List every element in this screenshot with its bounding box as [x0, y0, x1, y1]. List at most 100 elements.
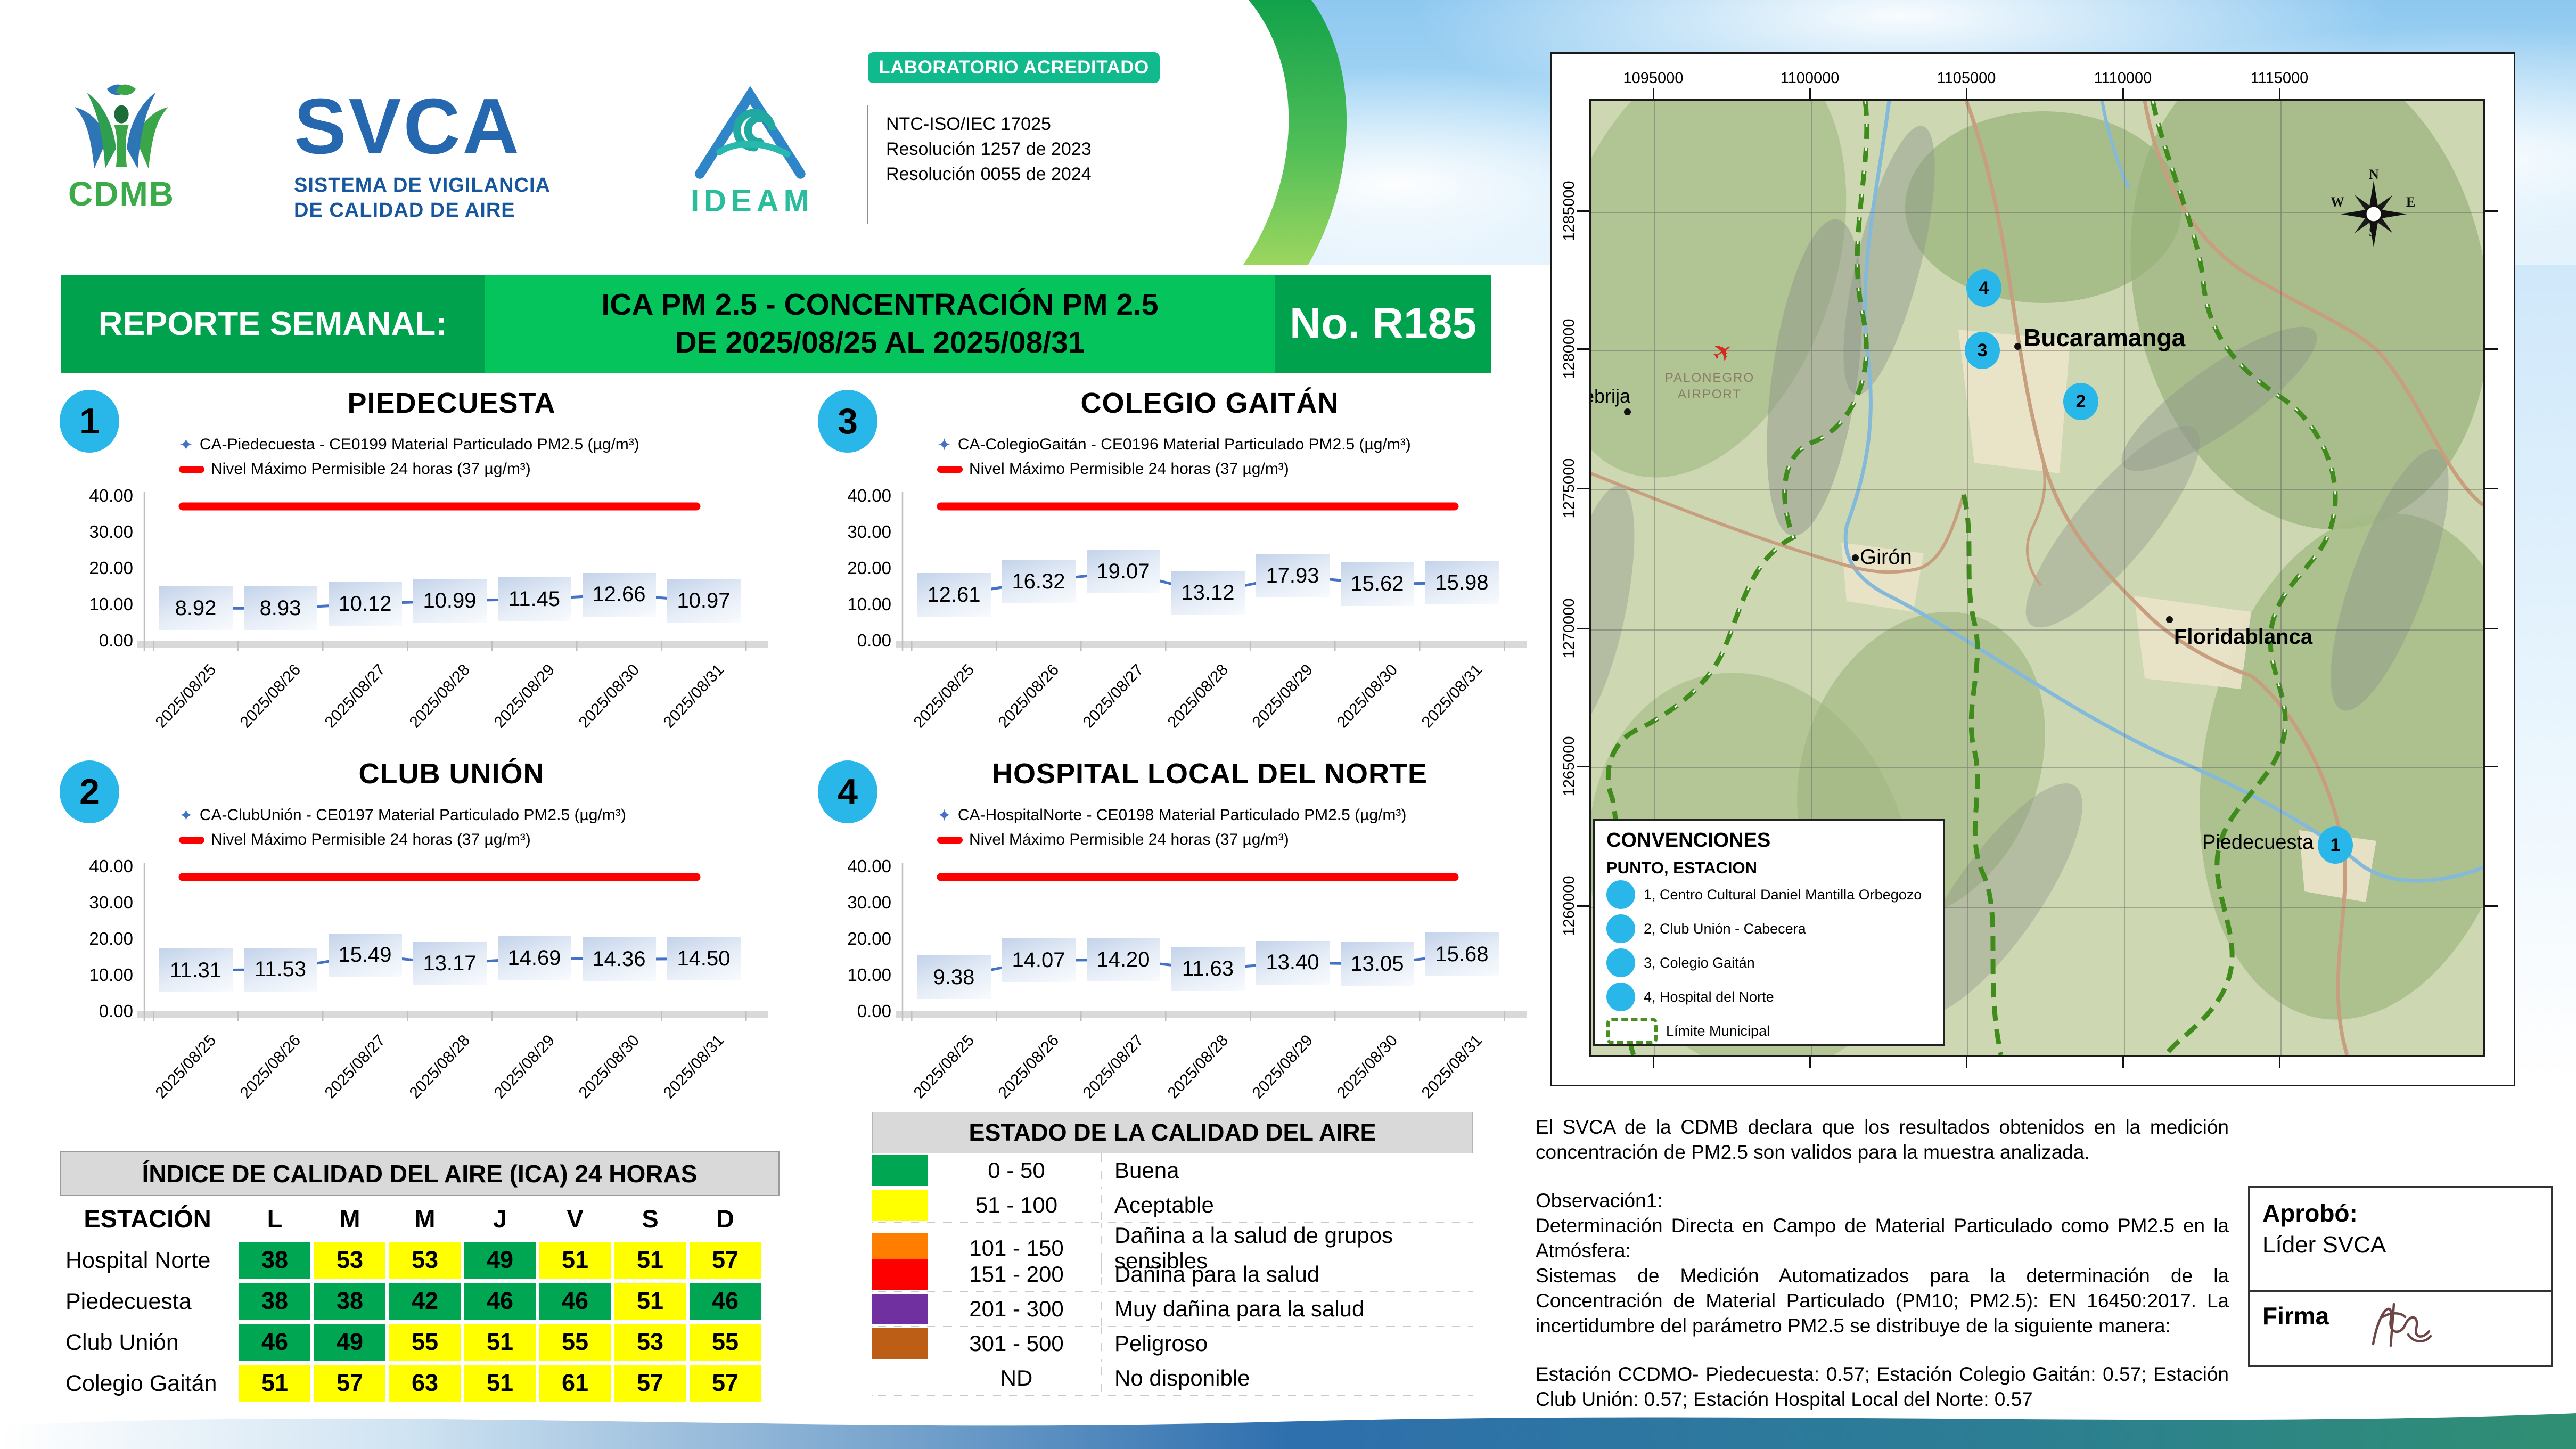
- data-point-value-label: 14.20: [1086, 938, 1160, 982]
- ideam-wordmark: IDEAM: [691, 184, 814, 218]
- data-point-value-label: 11.45: [497, 577, 571, 621]
- ideam-logo: IDEAM: [675, 84, 830, 219]
- convenciones-item-label: 4, Hospital del Norte: [1644, 988, 1774, 1005]
- estado-row: 101 - 150 Dañina a la salud de grupos sen…: [872, 1223, 1473, 1274]
- data-point-value-label: 14.07: [1002, 938, 1076, 983]
- station-marker: 3: [1965, 332, 2000, 369]
- estado-range: 301 - 500: [969, 1331, 1064, 1356]
- tick-top: [1653, 88, 1654, 99]
- station-point-icon: [1606, 880, 1635, 909]
- city-dot: [2014, 343, 2021, 350]
- cdmb-wordmark: CDMB: [68, 175, 175, 213]
- estado-color-swatch: [872, 1190, 928, 1221]
- ica-header-cell: M: [339, 1205, 360, 1233]
- airport-label: PALONEGRO AIRPORT: [1648, 370, 1771, 403]
- convenciones-item: 3, Colegio Gaitán: [1606, 946, 1943, 980]
- estado-range: 101 - 150: [969, 1235, 1064, 1260]
- observation-paragraph: Determinación Directa en Campo de Materi…: [1536, 1214, 2229, 1262]
- ica-header-cell: M: [414, 1205, 436, 1233]
- map-coordinate-label-left: 1280000: [1561, 318, 1578, 379]
- chart-plot: [58, 387, 771, 742]
- map-legend-convenciones: CONVENCIONES PUNTO, ESTACION 1, Centro C…: [1593, 819, 1945, 1046]
- data-point-value-label: 15.98: [1425, 561, 1499, 605]
- data-point-value-label: 14.50: [667, 937, 741, 981]
- chart-panel-piedecuesta: 1 PIEDECUESTA ✦ CA-Piedecuesta - CE0199 M…: [58, 387, 771, 742]
- data-point-value-label: 12.61: [917, 573, 991, 617]
- signature-cell: Firma: [2250, 1292, 2551, 1365]
- ica-header-cell: V: [567, 1205, 584, 1233]
- data-point-value-label: 12.66: [582, 572, 656, 617]
- ica-value-cell: 46: [539, 1283, 611, 1320]
- estado-row: 0 - 50 Buena: [872, 1153, 1473, 1188]
- air-quality-state-legend: ESTADO DE LA CALIDAD DEL AIRE 0 - 50 Buen…: [872, 1112, 1473, 1396]
- map-coordinate-label-top: 1100000: [1780, 70, 1840, 87]
- ica-value-cell: 42: [389, 1283, 461, 1320]
- tick-top: [2279, 88, 2280, 99]
- data-point-value-label: 10.99: [413, 579, 487, 623]
- ica-value-cell: 51: [239, 1365, 310, 1402]
- approval-top-cell: Aprobó: Líder SVCA: [2250, 1188, 2551, 1292]
- station-map: N E S W CONVENCIONES PUNTO, ESTACION 1, …: [1550, 52, 2515, 1086]
- ica-station-cell: Piedecuesta: [60, 1283, 235, 1320]
- cdmb-logo: CDMB: [63, 80, 180, 214]
- city-label: Girón: [1860, 545, 1912, 569]
- data-point-value-label: 15.68: [1425, 932, 1499, 977]
- estado-color-swatch: [872, 1294, 928, 1324]
- tick-bottom: [2122, 1057, 2124, 1068]
- station-marker: 1: [2318, 826, 2353, 864]
- data-point-value-label: 13.40: [1256, 940, 1330, 985]
- accredited-lab-badge: LABORATORIO ACREDITADO: [868, 52, 1160, 83]
- banner-title-line1: ICA PM 2.5 - CONCENTRACIÓN PM 2.5: [601, 287, 1159, 322]
- approval-label: Aprobó:: [2262, 1199, 2358, 1227]
- weekly-air-quality-report: CDMB SVCA SISTEMA DE VIGILANCIA DE CALID…: [0, 0, 2576, 1449]
- ica-table: ÍNDICE DE CALIDAD DEL AIRE (ICA) 24 HORA…: [60, 1151, 780, 1402]
- banner-report-number: No. R185: [1275, 275, 1491, 373]
- tick-bottom: [1653, 1057, 1654, 1068]
- city-dot: [1852, 554, 1859, 561]
- municipal-boundary-swatch: [1606, 1018, 1658, 1044]
- city-label: Floridablanca: [2174, 625, 2313, 649]
- ica-value-cell: 46: [464, 1283, 536, 1320]
- ica-value-cell: 53: [614, 1324, 686, 1361]
- ica-value-cell: 46: [239, 1324, 310, 1361]
- sky-right-sliver: [2509, 265, 2576, 1084]
- observation-title: Observación1:: [1536, 1189, 1663, 1211]
- estado-row: 51 - 100 Aceptable: [872, 1188, 1473, 1223]
- ica-value-cell: 49: [464, 1242, 536, 1279]
- estado-label: Muy dañina para la salud: [1101, 1292, 1473, 1326]
- data-point-value-label: 13.17: [413, 942, 487, 986]
- map-coordinate-label-top: 1110000: [2094, 70, 2152, 87]
- map-coordinate-label-left: 1265000: [1561, 736, 1578, 797]
- tick-left: [1577, 210, 1589, 212]
- data-point-value-label: 15.62: [1340, 562, 1414, 606]
- header-divider: [867, 105, 868, 224]
- tick-bottom: [1809, 1057, 1811, 1068]
- tick-top: [2122, 88, 2124, 99]
- signature-scribble: [2372, 1303, 2432, 1347]
- estado-label: Buena: [1101, 1153, 1473, 1188]
- map-coordinate-label-top: 1115000: [2250, 70, 2309, 87]
- data-point-value-label: 11.53: [243, 947, 317, 992]
- compass-e: E: [2406, 194, 2416, 210]
- ica-header-cell: L: [267, 1205, 283, 1233]
- limite-municipal-label: Límite Municipal: [1666, 1022, 1770, 1039]
- station-marker: 2: [2063, 383, 2098, 420]
- chart-plot: [816, 387, 1529, 742]
- estado-color-swatch: [872, 1259, 928, 1290]
- convenciones-items: 1, Centro Cultural Daniel Mantilla Orbeg…: [1606, 878, 1943, 1014]
- ica-value-cell: 38: [239, 1242, 310, 1279]
- map-coordinate-label-left: 1270000: [1561, 598, 1578, 659]
- accreditation-line: Resolución 0055 de 2024: [886, 163, 1092, 184]
- ica-value-cell: 51: [614, 1283, 686, 1320]
- tick-left: [1577, 488, 1589, 489]
- accreditation-line: Resolución 1257 de 2023: [886, 138, 1092, 159]
- chart-plot: [816, 757, 1529, 1113]
- tick-right: [2485, 488, 2498, 489]
- accreditation-lines: NTC-ISO/IEC 17025 Resolución 1257 de 202…: [886, 112, 1092, 187]
- data-point-value-label: 8.92: [159, 586, 233, 631]
- ica-value-cell: 63: [389, 1365, 461, 1402]
- estado-row: ND No disponible: [872, 1361, 1473, 1396]
- map-coordinate-label-left: 1260000: [1561, 875, 1578, 936]
- ica-value-cell: 49: [314, 1324, 385, 1361]
- ica-header-cell: J: [493, 1205, 507, 1233]
